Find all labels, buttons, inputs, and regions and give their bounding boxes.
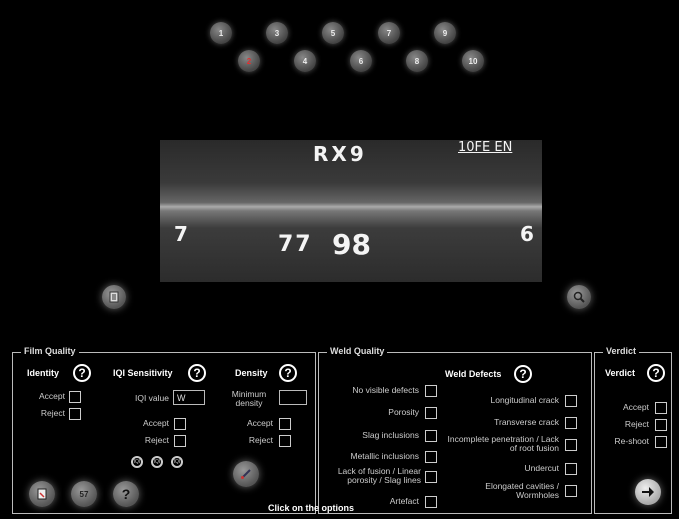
weld-quality-panel: Weld Quality Weld Defects ? No visible d… — [318, 346, 592, 514]
weld-defect-checkbox[interactable] — [425, 430, 437, 442]
tab-film-7[interactable]: 7 — [378, 22, 400, 44]
density-accept-label: Accept — [247, 418, 273, 428]
report-icon — [37, 488, 47, 500]
tab-film-2[interactable]: 2 — [238, 50, 260, 72]
zoom-button[interactable] — [567, 285, 591, 309]
verdict-reject-label: Reject — [624, 419, 649, 429]
weld-defect-label: Elongated cavities / Wormholes — [485, 481, 559, 500]
tab-film-10[interactable]: 10 — [462, 50, 484, 72]
radiograph-film: RX9 10FE EN 7 77 98 6 — [160, 140, 542, 282]
weld-quality-title: Weld Quality — [327, 346, 388, 356]
tab-film-4[interactable]: 4 — [294, 50, 316, 72]
help-button[interactable]: ? — [113, 481, 139, 507]
min-density-label: Minimum density — [231, 389, 267, 408]
film-right-mark: 6 — [520, 222, 534, 246]
weld-defect-checkbox[interactable] — [425, 385, 437, 397]
weld-defect-checkbox[interactable] — [565, 485, 577, 497]
film-quality-panel: Film Quality Identity ? Accept Reject IQ… — [12, 346, 316, 514]
density-reject-label: Reject — [248, 435, 273, 445]
magnifier-icon — [573, 291, 585, 303]
weld-defect-checkbox[interactable] — [565, 395, 577, 407]
weld-defect-label: No visible defects — [352, 385, 419, 395]
weld-defect-checkbox[interactable] — [425, 471, 437, 483]
weld-defect-checkbox[interactable] — [425, 496, 437, 508]
verdict-accept-label: Accept — [623, 402, 649, 412]
tab-film-1[interactable]: 1 — [210, 22, 232, 44]
film-left-mark: 7 — [174, 222, 188, 246]
density-field[interactable] — [279, 390, 307, 405]
densitometer-icon — [241, 469, 251, 479]
film-id-text: 10FE EN — [458, 140, 513, 155]
weld-defect-label: Longitudinal crack — [490, 395, 559, 405]
verdict-label: Verdict — [605, 368, 636, 378]
weld-defect-checkbox[interactable] — [425, 407, 437, 419]
notes-button[interactable] — [102, 285, 126, 309]
verdict-accept-checkbox[interactable] — [655, 402, 667, 414]
iqi-value-label: IQI value — [134, 393, 169, 403]
weld-defect-label: Metallic inclusions — [350, 451, 420, 461]
report-button[interactable] — [29, 481, 55, 507]
tab-film-5[interactable]: 5 — [322, 22, 344, 44]
iqi-value-field[interactable]: W — [173, 390, 205, 405]
verdict-help-icon[interactable]: ? — [647, 364, 665, 382]
next-button[interactable] — [635, 479, 661, 505]
iqi-label: IQI Sensitivity — [113, 368, 173, 378]
film-code: RX9 — [313, 142, 367, 166]
weld-defect-label: Incomplete penetration / Lack of root fu… — [447, 434, 559, 453]
iqi-tool-icon[interactable]: IQI — [171, 456, 183, 468]
film-number-small: 77 — [278, 232, 313, 257]
weld-defect-checkbox[interactable] — [565, 463, 577, 475]
weld-defect-label: Transverse crack — [494, 417, 559, 427]
tab-film-8[interactable]: 8 — [406, 50, 428, 72]
hint-text: Click on the options — [268, 503, 355, 513]
iqi-accept-checkbox[interactable] — [174, 418, 186, 430]
iqi-tool-icon[interactable]: IQI — [151, 456, 163, 468]
verdict-reject-checkbox[interactable] — [655, 419, 667, 431]
iqi-reject-checkbox[interactable] — [174, 435, 186, 447]
weld-defect-label: Undercut — [524, 463, 560, 473]
weld-defect-label: Slag inclusions — [362, 430, 419, 440]
verdict-panel: Verdict Verdict ? Accept Reject Re-shoot — [594, 346, 672, 514]
tab-film-6[interactable]: 6 — [350, 50, 372, 72]
film-quality-title: Film Quality — [21, 346, 79, 356]
density-label: Density — [235, 368, 268, 378]
weld-defects-label: Weld Defects — [445, 369, 502, 379]
identity-reject-label: Reject — [40, 408, 65, 418]
weld-defect-checkbox[interactable] — [565, 417, 577, 429]
verdict-title: Verdict — [603, 346, 640, 356]
notebook-icon — [109, 291, 119, 303]
counter-badge: 57 — [71, 481, 97, 507]
identity-accept-label: Accept — [39, 391, 65, 401]
density-reject-checkbox[interactable] — [279, 435, 291, 447]
iqi-accept-label: Accept — [143, 418, 169, 428]
weld-defect-label: Lack of fusion / Linear porosity / Slag … — [337, 466, 421, 485]
arrow-right-icon — [642, 487, 654, 497]
identity-label: Identity — [27, 368, 60, 378]
weld-defects-help-icon[interactable]: ? — [514, 365, 532, 383]
identity-help-icon[interactable]: ? — [73, 364, 91, 382]
weld-defect-checkbox[interactable] — [565, 439, 577, 451]
density-help-icon[interactable]: ? — [279, 364, 297, 382]
weld-defect-checkbox[interactable] — [425, 451, 437, 463]
density-accept-checkbox[interactable] — [279, 418, 291, 430]
verdict-reshoot-label: Re-shoot — [614, 436, 650, 446]
identity-accept-checkbox[interactable] — [69, 391, 81, 403]
iqi-help-icon[interactable]: ? — [188, 364, 206, 382]
film-number-big: 98 — [332, 228, 371, 261]
densitometer-button[interactable] — [233, 461, 259, 487]
identity-reject-checkbox[interactable] — [69, 408, 81, 420]
tab-film-9[interactable]: 9 — [434, 22, 456, 44]
verdict-reshoot-checkbox[interactable] — [655, 436, 667, 448]
iqi-reject-label: Reject — [144, 435, 169, 445]
iqi-tool-icon[interactable]: IQI — [131, 456, 143, 468]
tab-film-3[interactable]: 3 — [266, 22, 288, 44]
weld-defect-label: Porosity — [388, 407, 419, 417]
